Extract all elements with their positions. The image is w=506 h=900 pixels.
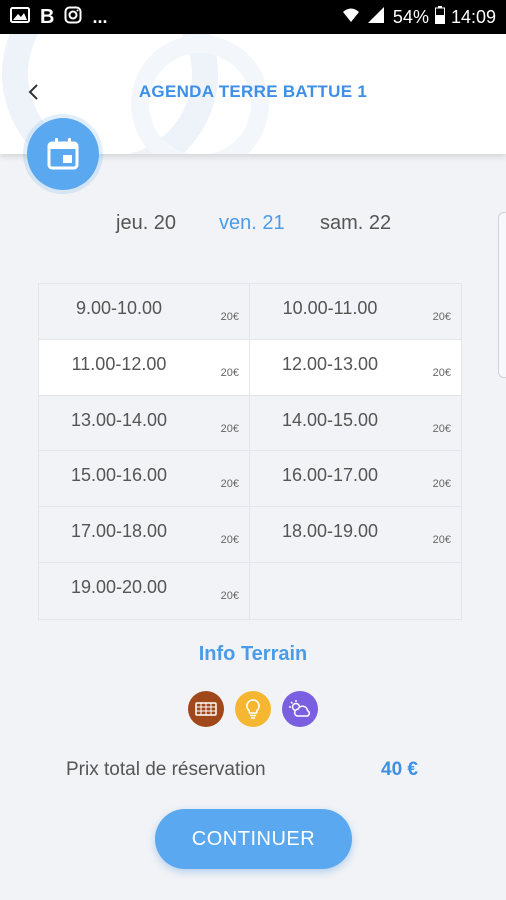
side-drawer-handle[interactable]	[498, 212, 506, 378]
time-slot[interactable]: 15.00-16.00 20€	[39, 451, 250, 508]
slot-time: 13.00-14.00	[70, 409, 168, 430]
slot-time: 9.00-10.00	[75, 298, 163, 318]
signal-icon	[367, 6, 385, 29]
calendar-icon	[47, 138, 79, 170]
time-slot[interactable]: 18.00-19.00 20€	[250, 507, 461, 564]
calendar-button[interactable]	[27, 118, 99, 190]
slot-time: 12.00-13.00	[281, 353, 379, 374]
total-price-value: 40 €	[381, 759, 418, 780]
clock: 14:09	[450, 6, 496, 27]
slot-time: 15.00-16.00	[70, 465, 168, 486]
day-tab-prev[interactable]: jeu. 20	[116, 212, 176, 235]
slot-price: 20€	[220, 590, 239, 603]
slot-price: 20€	[220, 534, 239, 547]
slot-time: 16.00-17.00	[281, 465, 379, 486]
time-slot[interactable]: 19.00-20.00 20€	[39, 563, 250, 619]
notification-more: ...	[92, 6, 108, 27]
image-icon	[10, 6, 30, 29]
time-slot-selected[interactable]: 11.00-12.00 20€	[39, 339, 250, 396]
slot-price: 20€	[220, 478, 239, 491]
day-tab-current[interactable]: ven. 21	[219, 212, 285, 235]
total-price-label: Prix total de réservation	[66, 759, 266, 780]
b-icon: B	[40, 5, 55, 28]
time-slot[interactable]: 10.00-11.00 20€	[250, 284, 461, 340]
empty-slot	[250, 563, 461, 619]
slot-price: 20€	[432, 311, 451, 323]
time-slot[interactable]: 16.00-17.00 20€	[250, 451, 461, 508]
time-slots-grid: 9.00-10.00 20€ 10.00-11.00 20€ 11.00-12.00…	[38, 283, 462, 620]
page-title: AGENDA TERRE BATTUE 1	[138, 82, 368, 101]
time-slot[interactable]: 14.00-15.00 20€	[250, 396, 461, 452]
slot-price: 20€	[220, 311, 239, 323]
instagram-icon	[64, 6, 82, 29]
slot-price: 20€	[432, 422, 451, 435]
terrain-features	[0, 691, 506, 727]
time-slot-selected[interactable]: 12.00-13.00 20€	[250, 339, 461, 396]
info-terrain-link[interactable]: Info Terrain	[0, 643, 506, 666]
slot-time: 10.00-11.00	[282, 298, 378, 318]
day-tab-next[interactable]: sam. 22	[320, 212, 391, 235]
slot-price: 20€	[432, 478, 451, 491]
time-slot[interactable]: 17.00-18.00 20€	[39, 507, 250, 564]
slot-price: 20€	[432, 534, 451, 547]
slot-time: 18.00-19.00	[281, 521, 379, 542]
slot-price: 20€	[220, 366, 239, 379]
slot-price: 20€	[432, 366, 451, 379]
slot-time: 14.00-15.00	[281, 409, 379, 430]
weather-icon[interactable]	[282, 691, 318, 727]
day-selector: jeu. 20 ven. 21 sam. 22	[0, 212, 506, 244]
slot-time: 19.00-20.00	[70, 577, 168, 598]
time-slot[interactable]: 9.00-10.00 20€	[39, 284, 250, 340]
status-bar: B ... 54% 14:09	[0, 0, 506, 34]
slot-time: 11.00-12.00	[71, 353, 167, 374]
continue-button[interactable]: CONTINUER	[155, 809, 352, 869]
slot-price: 20€	[220, 422, 239, 435]
slot-time: 17.00-18.00	[70, 521, 168, 542]
fence-icon[interactable]	[188, 691, 224, 727]
battery-percentage: 54%	[392, 6, 429, 27]
time-slot[interactable]: 13.00-14.00 20€	[39, 395, 250, 452]
battery-icon	[434, 5, 445, 29]
wifi-icon	[341, 6, 361, 29]
lightbulb-icon[interactable]	[235, 691, 271, 727]
